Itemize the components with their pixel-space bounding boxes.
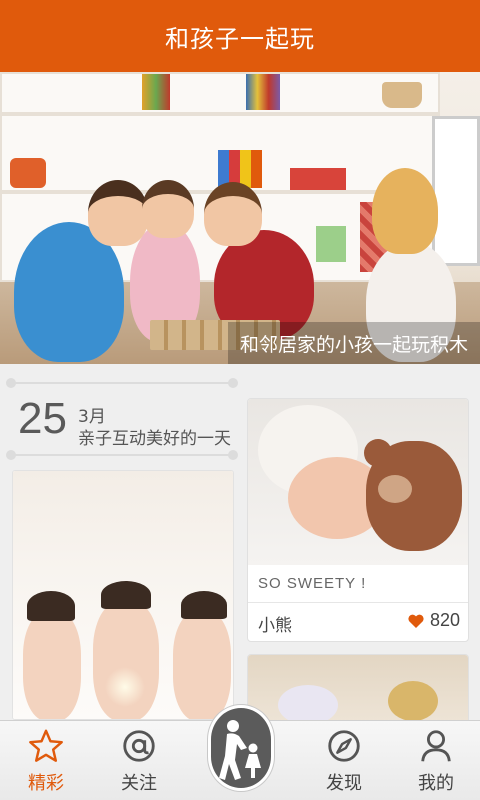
baby-figure (23, 611, 81, 719)
tab-discover[interactable]: 发现 (298, 721, 390, 800)
baby-figure (173, 611, 231, 719)
divider-end (228, 378, 238, 388)
light-glow (105, 667, 145, 707)
feed[interactable]: 25 3月 亲子互动美好的一天 SO SWEETY ! 小熊 820 (0, 364, 480, 720)
at-icon (123, 730, 155, 762)
tab-label: 我的 (418, 773, 454, 794)
baby-hair (27, 591, 75, 621)
toy-figure (388, 681, 438, 720)
sleeping-baby-photo (248, 399, 468, 565)
photo-card-babies[interactable] (12, 470, 234, 720)
photo-card-next[interactable] (247, 654, 469, 720)
toy-box (290, 168, 346, 190)
date-day: 25 (18, 394, 67, 443)
author-name[interactable]: 小熊 (258, 611, 292, 636)
center-action-button[interactable] (208, 705, 274, 791)
card-divider (248, 602, 468, 603)
divider-end (6, 378, 16, 388)
divider (10, 454, 234, 456)
heart-icon (408, 614, 424, 628)
divider (10, 382, 234, 384)
compass-icon (328, 730, 360, 762)
baby-hair (101, 581, 151, 609)
child-head (88, 180, 148, 246)
tab-following[interactable]: 关注 (93, 721, 185, 800)
tab-label: 发现 (326, 773, 362, 794)
tab-label: 关注 (121, 773, 157, 794)
hero-banner[interactable]: 和邻居家的小孩一起玩积木 (0, 72, 480, 364)
whiteboard (432, 116, 480, 266)
toy-box (316, 226, 346, 262)
card-caption: SO SWEETY ! (258, 575, 367, 592)
tab-mine[interactable]: 我的 (390, 721, 480, 800)
date-description: 亲子互动美好的一天 (78, 429, 231, 449)
page-title: 和孩子一起玩 (165, 24, 315, 53)
tab-featured[interactable]: 精彩 (0, 721, 92, 800)
parent-child-icon (219, 720, 261, 780)
baby-figure (278, 685, 338, 720)
tab-label: 精彩 (28, 773, 64, 794)
app-header: 和孩子一起玩 (0, 0, 480, 72)
child-head (204, 182, 262, 246)
baby-hair (181, 591, 227, 619)
babies-photo (13, 471, 233, 719)
next-photo (248, 655, 468, 720)
basket (382, 82, 422, 108)
book-row (142, 74, 170, 110)
shelf-board (0, 112, 440, 116)
divider-end (228, 450, 238, 460)
teddy-ear (364, 439, 392, 467)
toy-block (10, 158, 46, 188)
teddy-snout (378, 475, 412, 503)
child-head (142, 180, 194, 238)
photo-card-featured[interactable]: SO SWEETY ! 小熊 820 (247, 398, 469, 642)
child-head (372, 168, 438, 254)
hero-caption-text: 和邻居家的小孩一起玩积木 (239, 333, 468, 356)
like-button[interactable]: 820 (408, 610, 460, 631)
person-icon (421, 730, 451, 762)
like-count: 820 (429, 610, 460, 630)
star-icon (29, 729, 63, 762)
date-header: 25 3月 亲子互动美好的一天 (6, 372, 238, 462)
divider-end (6, 450, 16, 460)
hero-caption: 和邻居家的小孩一起玩积木 (227, 322, 480, 364)
book-row (246, 74, 280, 110)
